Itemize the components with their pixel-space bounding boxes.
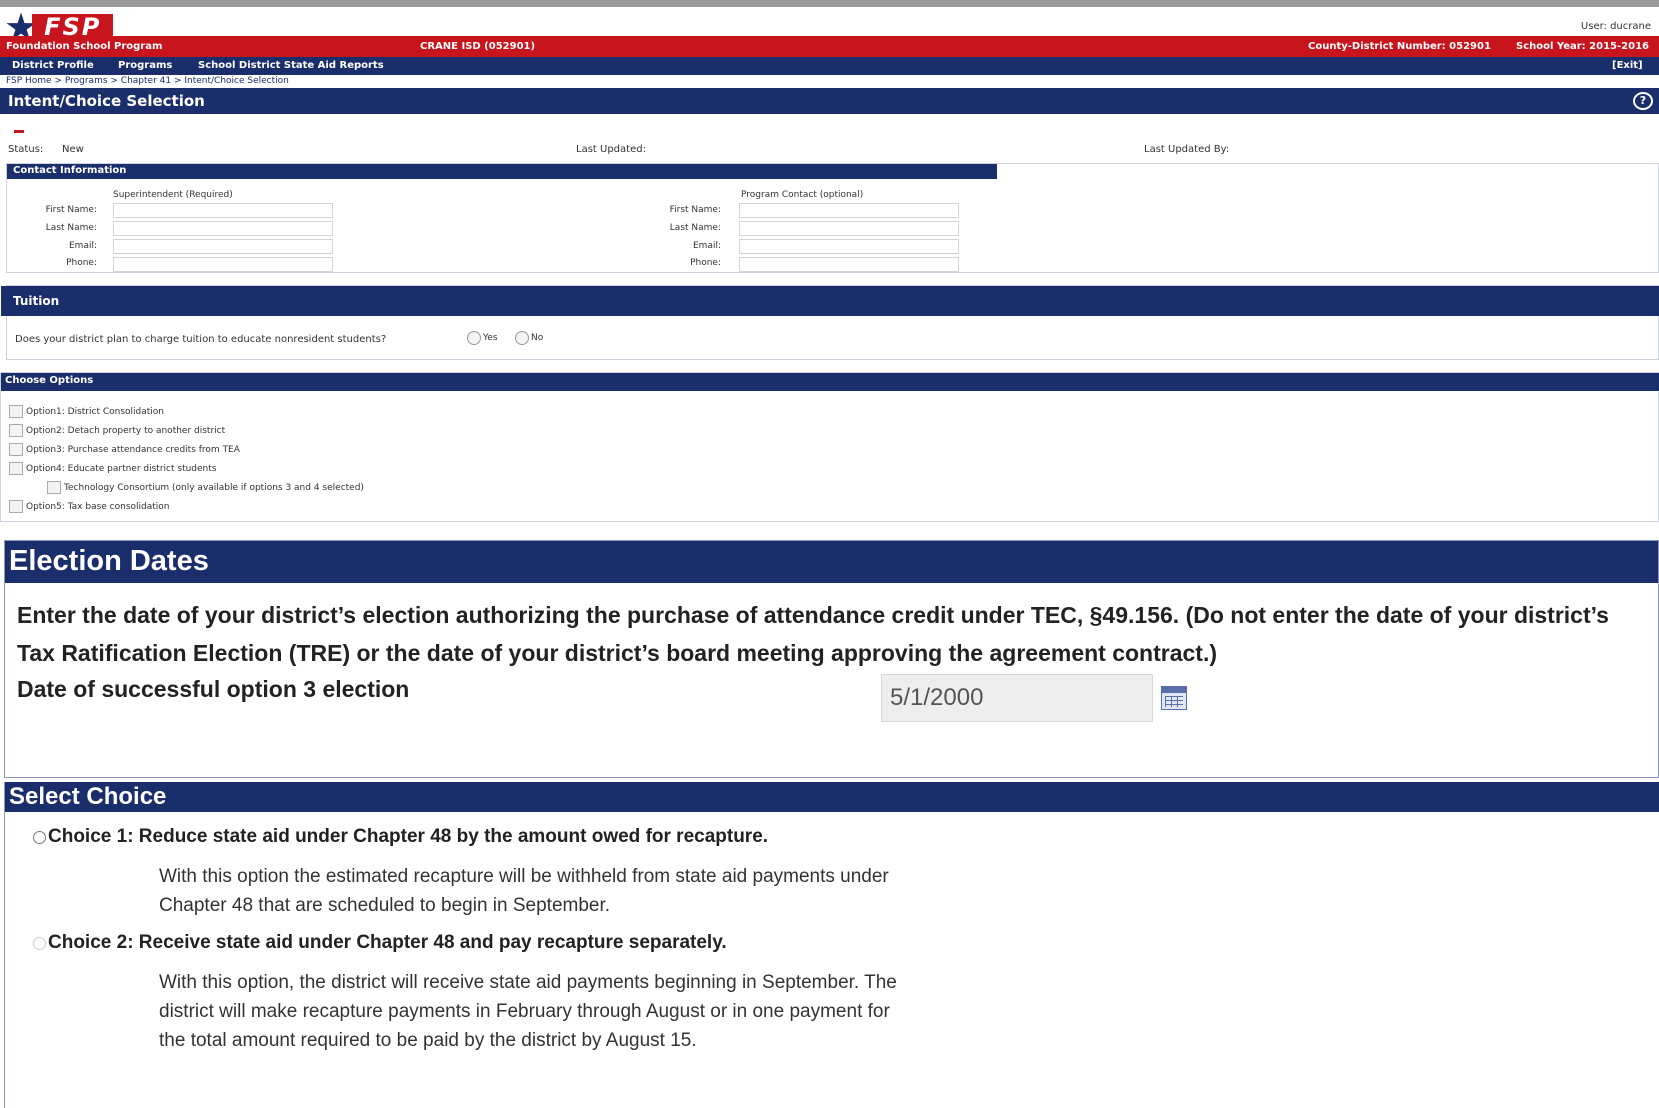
contact-last-name-label: Last Name: (669, 223, 721, 233)
option3-label: Option3: Purchase attendance credits fro… (26, 444, 240, 455)
radio-icon (467, 331, 481, 345)
nav-programs[interactable]: Programs (118, 60, 172, 71)
contact-information-section: Contact Information Superintendent (Requ… (6, 163, 1659, 273)
tuition-header: Tuition (1, 286, 1659, 316)
calendar-icon[interactable] (1161, 686, 1187, 710)
last-updated-label: Last Updated: (576, 144, 646, 155)
radio-icon (33, 936, 46, 950)
choose-options-header: Choose Options (1, 373, 1659, 391)
contact-email-label: Email: (692, 241, 721, 251)
checkbox-icon (9, 443, 23, 456)
choice1-title: Choice 1: Reduce state aid under Chapter… (48, 826, 769, 847)
supt-phone-label: Phone: (66, 258, 97, 268)
supt-email-input[interactable] (113, 239, 333, 254)
contact-phone-label: Phone: (690, 258, 721, 268)
main-nav: District Profile Programs School Distric… (0, 57, 1659, 75)
school-year: School Year: 2015-2016 (1516, 41, 1649, 52)
option5-checkbox[interactable]: Option5: Tax base consolidation (9, 500, 170, 513)
checkbox-icon (47, 481, 61, 494)
supt-first-name-label: First Name: (45, 205, 97, 215)
user-label: User: ducrane (1580, 21, 1651, 32)
tuition-no-radio[interactable]: No (515, 331, 543, 345)
tuition-no-label: No (531, 333, 544, 343)
county-district-number: County-District Number: 052901 (1308, 41, 1491, 52)
election-instructions: Enter the date of your district’s electi… (17, 602, 1609, 666)
nav-state-aid-reports[interactable]: School District State Aid Reports (198, 60, 384, 71)
election-dates-section: Election Dates Enter the date of your di… (4, 540, 1659, 778)
choice1-description: With this option the estimated recapture… (159, 866, 889, 916)
checkbox-icon (9, 462, 23, 475)
option5-label: Option5: Tax base consolidation (26, 501, 170, 512)
checkbox-icon (9, 500, 23, 513)
contact-first-name-label: First Name: (669, 205, 721, 215)
checkbox-icon (9, 424, 23, 437)
page-title: Intent/Choice Selection (8, 92, 205, 110)
choice1-radio[interactable]: Choice 1: Reduce state aid under Chapter… (33, 826, 768, 848)
help-icon[interactable]: ? (1633, 92, 1653, 110)
select-choice-section: Select Choice Choice 1: Reduce state aid… (4, 782, 1659, 1108)
option2-label: Option2: Detach property to another dist… (26, 425, 226, 436)
option1-checkbox[interactable]: Option1: District Consolidation (9, 405, 164, 418)
tuition-section: Tuition Does your district plan to charg… (1, 285, 1659, 360)
choice2-radio[interactable]: Choice 2: Receive state aid under Chapte… (33, 932, 727, 954)
choice2-title: Choice 2: Receive state aid under Chapte… (48, 932, 727, 953)
option2-checkbox[interactable]: Option2: Detach property to another dist… (9, 424, 225, 437)
contact-first-name-input[interactable] (739, 203, 959, 218)
tuition-yes-radio[interactable]: Yes (467, 331, 498, 345)
superintendent-header: Superintendent (Required) (113, 190, 233, 200)
option4-checkbox[interactable]: Option4: Educate partner district studen… (9, 462, 216, 475)
supt-email-label: Email: (68, 241, 97, 251)
checkbox-icon (9, 405, 23, 418)
program-bar: Foundation School Program CRANE ISD (052… (0, 36, 1659, 57)
radio-icon (515, 331, 529, 345)
top-bar: ★ FSP User: ducrane (0, 0, 1659, 46)
election-dates-header: Election Dates (5, 541, 1658, 583)
option3-checkbox[interactable]: Option3: Purchase attendance credits fro… (9, 443, 240, 456)
supt-first-name-input[interactable] (113, 203, 333, 218)
tuition-yes-label: Yes (483, 333, 498, 343)
last-updated-by-label: Last Updated By: (1144, 144, 1230, 155)
page-title-bar: Intent/Choice Selection ? (0, 88, 1659, 114)
status-value: New (62, 144, 84, 155)
select-choice-header: Select Choice (5, 782, 1659, 812)
contact-last-name-input[interactable] (739, 221, 959, 236)
status-label: Status: (8, 144, 44, 155)
breadcrumb[interactable]: FSP Home > Programs > Chapter 41 > Inten… (6, 76, 289, 86)
exit-link[interactable]: [Exit] (1612, 60, 1643, 71)
choose-options-section: Choose Options Option1: District Consoli… (0, 372, 1659, 522)
supt-phone-input[interactable] (113, 257, 333, 272)
nav-district-profile[interactable]: District Profile (12, 60, 94, 71)
contact-phone-input[interactable] (739, 257, 959, 272)
choice2-description: With this option, the district will rece… (159, 972, 897, 1051)
contact-email-input[interactable] (739, 239, 959, 254)
required-indicator (14, 130, 24, 133)
technology-consortium-label: Technology Consortium (only available if… (64, 482, 364, 493)
election-date-input[interactable]: 5/1/2000 (881, 674, 1153, 722)
tuition-question: Does your district plan to charge tuitio… (15, 334, 387, 345)
contact-information-header: Contact Information (7, 164, 997, 179)
radio-icon (33, 830, 46, 844)
supt-last-name-label: Last Name: (45, 223, 97, 233)
technology-consortium-checkbox[interactable]: Technology Consortium (only available if… (47, 481, 364, 494)
election-date-label: Date of successful option 3 election (17, 676, 410, 702)
district-name: CRANE ISD (052901) (420, 41, 536, 52)
program-name: Foundation School Program (6, 41, 163, 52)
supt-last-name-input[interactable] (113, 221, 333, 236)
option4-label: Option4: Educate partner district studen… (26, 463, 217, 474)
option1-label: Option1: District Consolidation (26, 406, 165, 417)
program-contact-header: Program Contact (optional) (741, 190, 864, 200)
